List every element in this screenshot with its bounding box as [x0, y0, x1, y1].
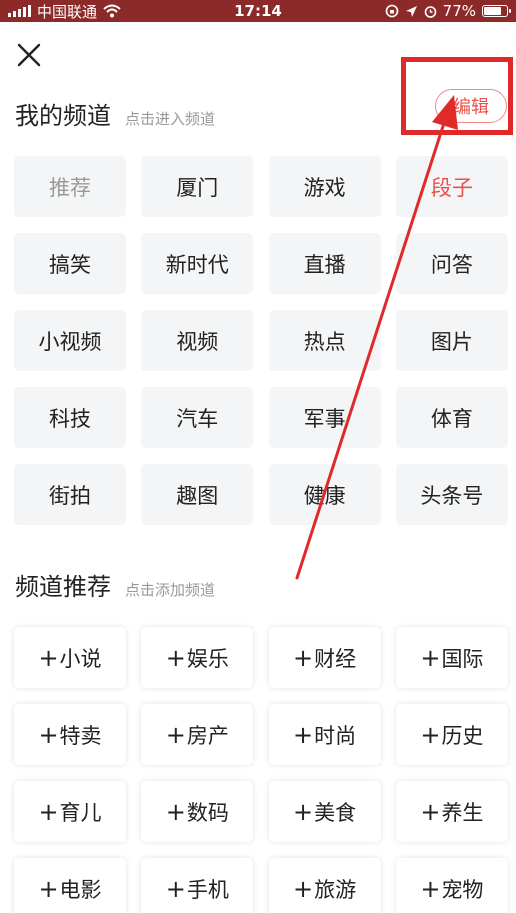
- my-channel-chip[interactable]: 街拍: [14, 464, 126, 525]
- recommended-channel-chip[interactable]: + 手机: [141, 858, 254, 913]
- recommended-channel-chip[interactable]: + 国际: [395, 627, 508, 688]
- plus-icon: +: [293, 643, 314, 672]
- recommended-channel-label: 手机: [186, 877, 229, 902]
- recommended-channel-chip[interactable]: + 电影: [14, 858, 126, 913]
- recommended-channel-label: 旅游: [314, 877, 357, 902]
- wifi-icon: [103, 4, 121, 18]
- plus-icon: +: [165, 874, 186, 903]
- my-channel-chip[interactable]: 视频: [141, 310, 254, 371]
- recommended-channel-label: 养生: [441, 800, 484, 825]
- my-channel-chip[interactable]: 直播: [268, 233, 381, 294]
- plus-icon: +: [165, 797, 186, 826]
- my-channel-chip[interactable]: 游戏: [268, 156, 381, 217]
- my-channels-grid: 推荐 厦门 游戏 段子搞笑 新时代 直播 问答小视频 视频 热点 图片科技 汽车 军事 体育街拍 趣图 健康…: [14, 156, 508, 525]
- location-icon: [405, 5, 417, 17]
- recommended-hint: 点击添加频道: [125, 581, 216, 599]
- recommended-grid: + 小说 + 娱乐 + 财经 + 国际 + 特卖 + 房产 + 时尚 + 历史 + 育儿 + 数码 + 美食 + 养生 + 电影 +…: [14, 627, 508, 913]
- recommended-channel-label: 特卖: [59, 723, 102, 748]
- recommended-title: 频道推荐: [15, 573, 111, 601]
- my-channel-chip[interactable]: 搞笑: [14, 233, 126, 294]
- recommended-channel-chip[interactable]: + 美食: [268, 781, 381, 842]
- recommended-channel-chip[interactable]: + 旅游: [268, 858, 381, 913]
- recommended-channel-label: 美食: [314, 800, 357, 825]
- recommended-channel-chip[interactable]: + 育儿: [14, 781, 126, 842]
- plus-icon: +: [420, 643, 441, 672]
- battery-percent: 77%: [442, 2, 476, 20]
- plus-icon: +: [293, 797, 314, 826]
- alarm-icon: [424, 5, 436, 18]
- my-channel-chip[interactable]: 小视频: [14, 310, 126, 371]
- recommended-channel-chip[interactable]: + 宠物: [395, 858, 508, 913]
- my-channel-chip[interactable]: 体育: [395, 387, 508, 448]
- recommended-channel-chip[interactable]: + 房产: [141, 704, 254, 765]
- recommended-channel-chip[interactable]: + 历史: [395, 704, 508, 765]
- my-channel-chip[interactable]: 图片: [395, 310, 508, 371]
- recommended-channel-label: 历史: [441, 723, 484, 748]
- plus-icon: +: [420, 720, 441, 749]
- my-channel-chip[interactable]: 趣图: [141, 464, 254, 525]
- recommended-channel-label: 娱乐: [186, 646, 229, 671]
- my-channel-chip[interactable]: 军事: [268, 387, 381, 448]
- recommended-channel-label: 电影: [59, 877, 102, 902]
- my-channels-header: 我的频道 点击进入频道: [15, 96, 215, 131]
- plus-icon: +: [420, 797, 441, 826]
- my-channels-hint: 点击进入频道: [125, 110, 216, 128]
- status-bar: 中国联通 17:14 77%: [0, 0, 516, 22]
- recommended-channel-label: 小说: [59, 646, 102, 671]
- recommended-channel-chip[interactable]: + 娱乐: [141, 627, 254, 688]
- recommended-channel-label: 国际: [441, 646, 484, 671]
- battery-icon: [482, 5, 511, 17]
- rotation-lock-icon: [385, 4, 398, 18]
- my-channels-title: 我的频道: [15, 102, 111, 130]
- plus-icon: +: [165, 643, 186, 672]
- status-right: 77%: [385, 2, 511, 20]
- recommended-channel-label: 财经: [314, 646, 357, 671]
- edit-button[interactable]: 编辑: [435, 89, 507, 123]
- recommended-channel-label: 育儿: [59, 800, 102, 825]
- plus-icon: +: [165, 720, 186, 749]
- close-icon[interactable]: [14, 40, 44, 70]
- my-channel-chip[interactable]: 头条号: [395, 464, 508, 525]
- recommended-channel-chip[interactable]: + 财经: [268, 627, 381, 688]
- recommended-channel-chip[interactable]: + 小说: [14, 627, 126, 688]
- recommended-channel-chip[interactable]: + 数码: [141, 781, 254, 842]
- my-channel-chip[interactable]: 热点: [268, 310, 381, 371]
- my-channel-chip[interactable]: 段子: [395, 156, 508, 217]
- my-channel-chip[interactable]: 科技: [14, 387, 126, 448]
- plus-icon: +: [293, 874, 314, 903]
- carrier-label: 中国联通: [37, 2, 98, 21]
- status-left: 中国联通: [8, 1, 121, 22]
- recommended-channel-chip[interactable]: + 养生: [395, 781, 508, 842]
- recommended-channel-chip[interactable]: + 特卖: [14, 704, 126, 765]
- plus-icon: +: [38, 797, 59, 826]
- plus-icon: +: [38, 720, 59, 749]
- my-channel-chip[interactable]: 厦门: [141, 156, 254, 217]
- recommended-channel-chip[interactable]: + 时尚: [268, 704, 381, 765]
- my-channel-chip[interactable]: 问答: [395, 233, 508, 294]
- my-channel-chip[interactable]: 健康: [268, 464, 381, 525]
- recommended-channel-label: 数码: [186, 800, 229, 825]
- plus-icon: +: [38, 874, 59, 903]
- recommended-header: 频道推荐 点击添加频道: [15, 567, 215, 602]
- my-channel-chip[interactable]: 新时代: [141, 233, 254, 294]
- plus-icon: +: [293, 720, 314, 749]
- plus-icon: +: [38, 643, 59, 672]
- signal-icon: [8, 5, 31, 17]
- recommended-channel-label: 房产: [186, 723, 229, 748]
- recommended-channel-label: 时尚: [314, 723, 357, 748]
- recommended-channel-label: 宠物: [441, 877, 484, 902]
- plus-icon: +: [420, 874, 441, 903]
- my-channel-chip[interactable]: 汽车: [141, 387, 254, 448]
- my-channel-chip[interactable]: 推荐: [14, 156, 126, 217]
